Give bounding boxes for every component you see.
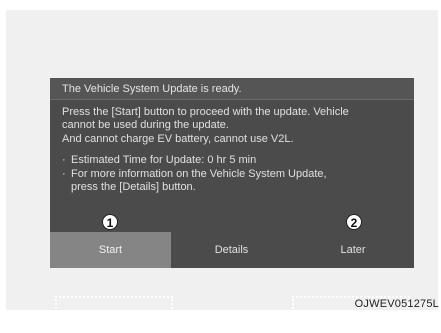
details-button[interactable]: Details [171,232,292,268]
bullet-dot-icon: · [62,167,66,180]
start-button[interactable]: Start [50,232,171,268]
details-info-text-line-2: press the [Details] button. [71,181,196,194]
details-info-text-line-1: For more information on the Vehicle Syst… [71,167,327,180]
dialog-title: The Vehicle System Update is ready. [50,78,414,100]
dialog-message-line-2: cannot be used during the update. [62,119,229,132]
dialog-message-line-3: And cannot charge EV battery, cannot use… [62,132,294,145]
update-dialog: The Vehicle System Update is ready. Pres… [50,78,414,333]
callout-number-1: 1 [102,214,118,230]
start-button-highlight-box [55,296,173,333]
dialog-button-bar: Start Details Later [50,232,414,268]
image-frame: The Vehicle System Update is ready. Pres… [6,10,438,333]
bullet-dot-icon: · [62,154,66,167]
dialog-body: Press the [Start] button to proceed with… [62,106,410,194]
later-button[interactable]: Later [292,232,414,268]
info-bullet-list: · Estimated Time for Update: 0 hr 5 min … [62,154,410,194]
dialog-message-line-1: Press the [Start] button to proceed with… [62,106,349,118]
info-bullet-details: · For more information on the Vehicle Sy… [62,168,410,195]
callout-number-2: 2 [346,214,362,230]
figure-code-caption: OJWEV051275L [354,298,439,310]
info-bullet-estimated-time: · Estimated Time for Update: 0 hr 5 min [62,154,410,167]
estimated-time-text: Estimated Time for Update: 0 hr 5 min [71,154,257,167]
